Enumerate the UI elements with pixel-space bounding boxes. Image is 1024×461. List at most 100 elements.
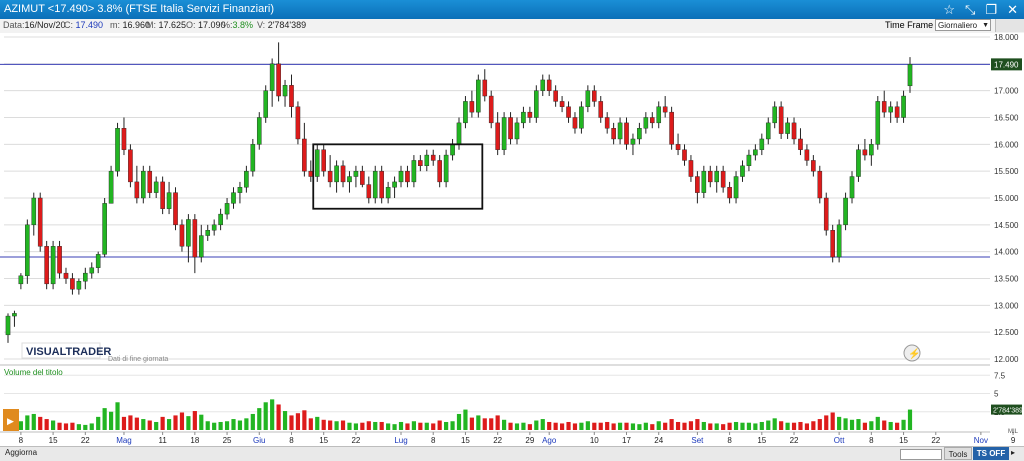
candle-body	[398, 170, 404, 183]
volume-bar	[212, 422, 217, 430]
candle-body	[276, 63, 281, 97]
candle-body	[76, 280, 82, 290]
y-tick-label: 18.000	[994, 33, 1019, 42]
timeframe-stepper[interactable]	[995, 19, 1024, 32]
volume-bar	[392, 424, 397, 430]
open-readout: O: 17.090	[186, 20, 226, 30]
volume-bar	[579, 422, 584, 430]
candle-body	[121, 128, 127, 150]
volume-bar	[424, 422, 429, 430]
y-tick-label: 15.500	[994, 167, 1019, 176]
candle-body	[295, 106, 301, 140]
candle-body	[134, 181, 140, 199]
candle-body	[656, 106, 662, 124]
volume-bar	[630, 423, 636, 430]
volume-bar	[656, 421, 661, 430]
timeframe-select[interactable]: Giornaliero ▼	[935, 19, 991, 31]
update-button[interactable]: Aggiorna	[5, 448, 37, 457]
title-bar: AZIMUT <17.490> 3.8% (FTSE Italia Serviz…	[0, 0, 1024, 19]
candle-body	[611, 128, 616, 140]
volume-bar	[592, 422, 597, 430]
tools-button[interactable]: Tools	[944, 447, 972, 460]
x-tick-label: 10	[590, 436, 599, 445]
volume-bar	[108, 411, 114, 430]
candle-body	[95, 254, 101, 268]
candle-body	[488, 95, 494, 124]
x-tick-label: 15	[461, 436, 470, 445]
brand-logo: VISUALTRADER	[26, 346, 111, 358]
candle-body	[83, 272, 88, 282]
volume-bar	[141, 419, 146, 430]
candle-body	[102, 203, 107, 255]
volume-bar	[817, 419, 822, 430]
volume-bar	[315, 416, 320, 430]
x-tick-label: Mag	[116, 436, 132, 445]
volume-bar	[386, 423, 391, 430]
volume-bar	[469, 417, 474, 430]
timeframe-label: Time Frame	[885, 20, 934, 30]
ts-off-button[interactable]: TS OFF	[973, 447, 1009, 460]
volume-bar	[270, 399, 275, 430]
candle-body	[469, 101, 475, 113]
volume-bar	[57, 422, 62, 430]
crosshair-icon[interactable]: ⤡	[965, 1, 975, 18]
volume-bar	[650, 424, 655, 430]
volume-bar	[727, 422, 732, 430]
volume-bar	[882, 420, 887, 430]
volume-bar	[186, 416, 191, 430]
price-chart[interactable]: 12.000 12.500 13.000 13.500 14.000 14.500 15.0…	[0, 33, 1024, 446]
y-tick-label: 15.000	[994, 194, 1019, 203]
more-icon[interactable]: ▸	[1011, 448, 1015, 457]
volume-bar	[476, 415, 481, 430]
candle-body	[688, 160, 694, 177]
star-icon[interactable]: ☆	[943, 1, 955, 18]
candle-body	[218, 213, 223, 226]
candle-body	[57, 246, 62, 274]
orange-tab-icon[interactable]: ▶	[3, 409, 19, 431]
volume-bar	[463, 409, 468, 430]
volume-bar	[862, 422, 867, 430]
horizontal-scrollbar[interactable]	[900, 449, 942, 460]
candle-body	[372, 170, 378, 199]
volume-bar	[353, 423, 359, 430]
candle-body	[321, 149, 326, 172]
candle-body	[527, 111, 533, 118]
candle-body	[675, 144, 681, 150]
candle-body	[128, 149, 133, 183]
candle-body	[804, 149, 810, 161]
candle-body	[592, 90, 597, 102]
restore-icon[interactable]: ❐	[985, 1, 997, 18]
candle-body	[25, 224, 30, 277]
volume-bar	[83, 424, 88, 430]
volume-bar	[875, 416, 880, 430]
y-tick-label: 13.500	[994, 275, 1019, 284]
volume-bar	[746, 422, 752, 430]
candle-body	[186, 219, 191, 247]
close-icon[interactable]: ✕	[1007, 1, 1018, 18]
candle-body	[624, 122, 629, 145]
high-readout: M: 17.625	[146, 20, 187, 30]
candle-body	[727, 187, 732, 199]
candle-body	[70, 278, 75, 290]
volume-bar	[444, 421, 449, 430]
candle-body	[811, 160, 816, 172]
lightning-icon[interactable]: ⚡	[903, 344, 921, 362]
candle-body	[630, 138, 636, 145]
candle-body	[31, 197, 37, 226]
volume-bar	[869, 421, 874, 430]
x-tick-label: 22	[493, 436, 502, 445]
volume-bar	[798, 421, 803, 430]
x-tick-label: 17	[622, 436, 631, 445]
volume-bar	[166, 419, 172, 430]
x-tick-label: Ott	[834, 436, 845, 445]
volume-bar	[527, 424, 532, 430]
volume-bar	[237, 420, 243, 430]
volume-bar	[31, 413, 36, 430]
candle-body	[360, 170, 365, 185]
candle-body	[637, 128, 642, 140]
status-bar: Aggiorna Tools TS OFF ▸	[0, 446, 1024, 461]
chevron-down-icon: ▼	[982, 22, 989, 29]
candle-body	[759, 138, 765, 150]
candle-body	[44, 246, 49, 285]
date-readout: Data:16/Nov/20	[3, 20, 66, 30]
